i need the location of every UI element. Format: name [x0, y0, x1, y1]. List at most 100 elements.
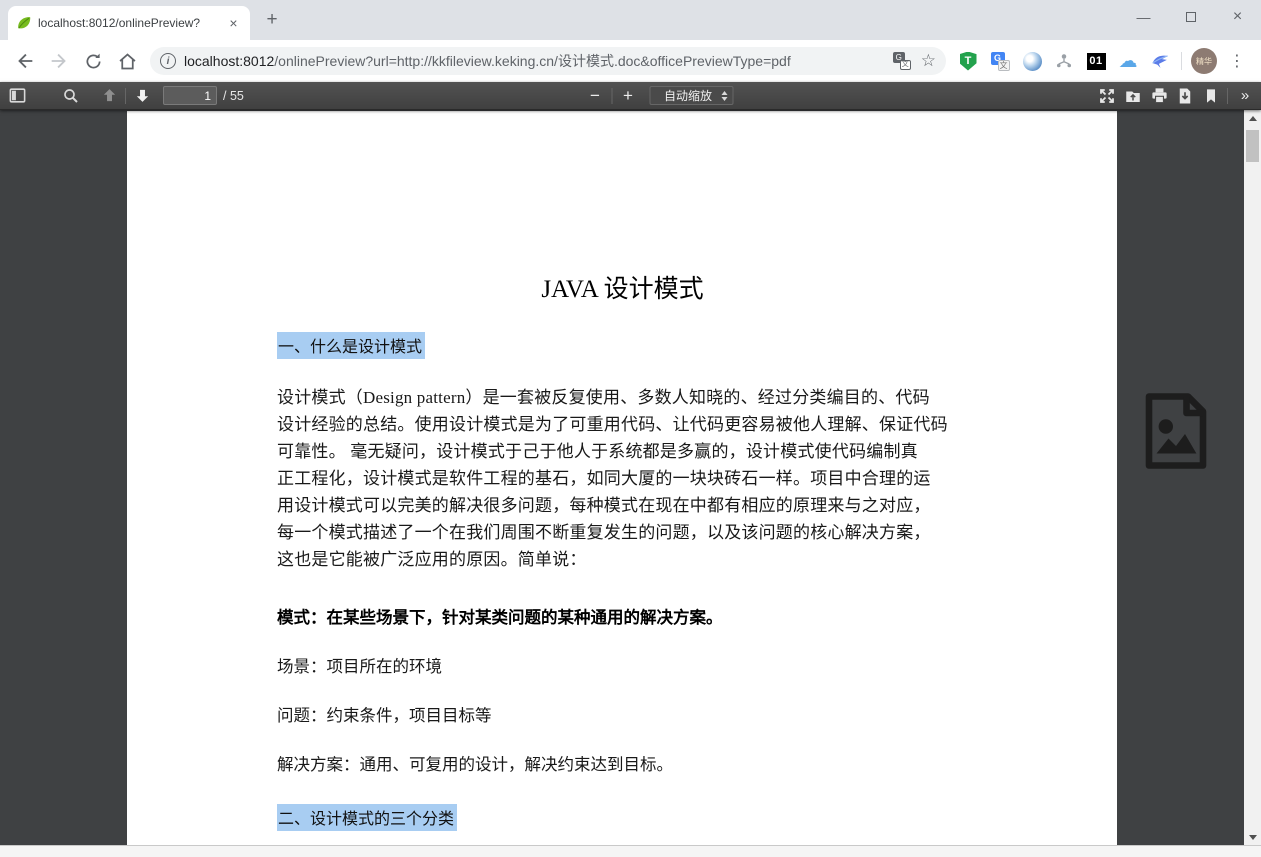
- more-tools-icon: »: [1241, 87, 1247, 104]
- pdf-viewer-area: JAVA 设计模式 一、什么是设计模式 设计模式（Design pattern）…: [0, 110, 1261, 857]
- download-icon: [1176, 87, 1194, 105]
- vertical-scrollbar[interactable]: [1244, 110, 1261, 845]
- zoom-in-button[interactable]: +: [615, 84, 641, 108]
- document-heading-2: 二、设计模式的三个分类: [277, 804, 457, 831]
- scroll-up-arrow[interactable]: [1244, 110, 1261, 126]
- tab-close-icon[interactable]: ×: [225, 15, 242, 32]
- line-pattern-definition: 模式：在某些场景下，针对某类问题的某种通用的解决方案。: [277, 607, 968, 628]
- extension-blue-swirl[interactable]: [1019, 48, 1045, 74]
- new-tab-button[interactable]: +: [260, 9, 284, 33]
- shield-icon: T: [960, 52, 977, 71]
- extension-green-shield[interactable]: T: [955, 48, 981, 74]
- zoom-out-button[interactable]: −: [582, 84, 608, 108]
- search-button[interactable]: [58, 84, 84, 108]
- url-path: /onlinePreview?url=http://kkfileview.kek…: [274, 53, 790, 69]
- paragraph-line: 每一个模式描述了一个在我们周围不断重复发生的问题，以及该问题的核心解决方案，: [277, 519, 968, 546]
- site-info-icon[interactable]: i: [160, 53, 176, 69]
- maximize-icon: [1186, 12, 1196, 22]
- document-heading-1: 一、什么是设计模式: [277, 332, 425, 359]
- browser-menu-icon[interactable]: ⋮: [1225, 49, 1249, 73]
- page-up-icon: [101, 87, 118, 104]
- bookmark-star-icon[interactable]: ☆: [921, 51, 936, 71]
- extension-google-translate[interactable]: G 文: [987, 48, 1013, 74]
- zoom-out-icon: −: [590, 86, 600, 106]
- paragraph-line: 设计经验的总结。使用设计模式是为了可重用代码、让代码更容易被他人理解、保证代码: [277, 411, 968, 438]
- sidebar-toggle-icon: [8, 86, 27, 105]
- broken-image-icon: [1140, 392, 1212, 470]
- browser-navbar: i localhost:8012/onlinePreview?url=http:…: [0, 40, 1261, 82]
- zoom-in-icon: +: [623, 86, 633, 106]
- paragraph-line: 正工程化，设计模式是软件工程的基石，如同大厦的一块块砖石一样。项目中合理的运: [277, 465, 968, 492]
- bookmark-icon: [1203, 88, 1219, 104]
- hub-icon: [1055, 52, 1073, 70]
- reload-button[interactable]: [79, 47, 107, 75]
- paragraph-line: 设计模式（Design pattern）是一套被反复使用、多数人知晓的、经过分类…: [277, 384, 968, 411]
- tab-title: localhost:8012/onlinePreview?: [38, 16, 219, 30]
- translate-extension-icon: G 文: [991, 52, 1010, 71]
- browser-titlebar: localhost:8012/onlinePreview? × + — ×: [0, 0, 1261, 40]
- forward-icon: [48, 50, 70, 72]
- sidebar-toggle-button[interactable]: [4, 84, 30, 108]
- document-title: JAVA 设计模式: [277, 269, 968, 305]
- url-host: localhost:8012: [184, 53, 274, 69]
- address-bar[interactable]: i localhost:8012/onlinePreview?url=http:…: [150, 47, 946, 75]
- bookmark-button[interactable]: [1198, 84, 1224, 108]
- zoom-level-value: 自动缩放: [655, 87, 721, 104]
- blue-swirl-icon: [1023, 52, 1042, 71]
- toolbar-separator: [125, 88, 126, 104]
- page-up-button[interactable]: [96, 84, 122, 108]
- search-icon: [62, 87, 80, 105]
- print-icon: [1150, 86, 1169, 105]
- window-minimize-button[interactable]: —: [1120, 0, 1167, 34]
- home-icon: [117, 51, 138, 72]
- page-number-input[interactable]: [163, 86, 217, 105]
- translate-page-icon[interactable]: G 文: [893, 52, 911, 70]
- toolbar-separator: [1227, 88, 1228, 104]
- translate-wen-glyph: 文: [900, 60, 911, 70]
- paragraph-line: 这也是它能被广泛应用的原因。简单说：: [277, 546, 968, 573]
- paragraph-line: 可靠性。 毫无疑问，设计模式于己于他人于系统都是多赢的，设计模式使代码编制真: [277, 438, 968, 465]
- open-file-button[interactable]: [1120, 84, 1146, 108]
- extension-proxy-hub[interactable]: [1051, 48, 1077, 74]
- zoom-level-select[interactable]: 自动缩放: [649, 86, 733, 105]
- page-down-icon: [134, 87, 151, 104]
- line-problem-definition: 问题：约束条件，项目目标等: [277, 705, 968, 726]
- home-button[interactable]: [113, 47, 141, 75]
- extension-01-badge[interactable]: 01: [1083, 48, 1109, 74]
- horizontal-scrollbar[interactable]: [0, 845, 1261, 857]
- toolbar-separator: [611, 88, 612, 104]
- pdf-toolbar: / 55 − + 自动缩放: [0, 82, 1261, 110]
- page-count-label: / 55: [223, 89, 244, 103]
- line-scene-definition: 场景：项目所在的环境: [277, 656, 968, 677]
- spring-leaf-favicon: [16, 15, 32, 31]
- extension-cloud[interactable]: ☁: [1115, 48, 1141, 74]
- presentation-mode-icon: [1098, 87, 1116, 105]
- url-text: localhost:8012/onlinePreview?url=http://…: [184, 51, 893, 71]
- 01-icon: 01: [1087, 53, 1106, 70]
- document-paragraph: 设计模式（Design pattern）是一套被反复使用、多数人知晓的、经过分类…: [277, 384, 968, 573]
- window-close-button[interactable]: ×: [1214, 0, 1261, 34]
- line-solution-definition: 解决方案：通用、可复用的设计，解决约束达到目标。: [277, 754, 968, 775]
- window-controls: — ×: [1120, 0, 1261, 34]
- more-tools-button[interactable]: »: [1231, 84, 1257, 108]
- presentation-mode-button[interactable]: [1094, 84, 1120, 108]
- profile-avatar[interactable]: 精华: [1191, 48, 1217, 74]
- select-caret-icon: [721, 91, 727, 101]
- paragraph-line: 用设计模式可以完美的解决很多问题，每种模式在现在中都有相应的原理来与之对应，: [277, 492, 968, 519]
- extension-bird[interactable]: [1147, 48, 1173, 74]
- download-button[interactable]: [1172, 84, 1198, 108]
- print-button[interactable]: [1146, 84, 1172, 108]
- vertical-scrollbar-thumb[interactable]: [1246, 130, 1259, 162]
- reload-icon: [83, 51, 104, 72]
- scroll-down-arrow[interactable]: [1244, 829, 1261, 845]
- open-file-icon: [1124, 87, 1142, 105]
- page-down-button[interactable]: [129, 84, 155, 108]
- forward-button[interactable]: [45, 47, 73, 75]
- pdf-page: JAVA 设计模式 一、什么是设计模式 设计模式（Design pattern）…: [127, 111, 1117, 845]
- bird-icon: [1151, 52, 1170, 71]
- window-maximize-button[interactable]: [1167, 0, 1214, 34]
- back-icon: [14, 50, 36, 72]
- cloud-icon: ☁: [1119, 52, 1138, 71]
- browser-tab[interactable]: localhost:8012/onlinePreview? ×: [8, 6, 250, 40]
- back-button[interactable]: [11, 47, 39, 75]
